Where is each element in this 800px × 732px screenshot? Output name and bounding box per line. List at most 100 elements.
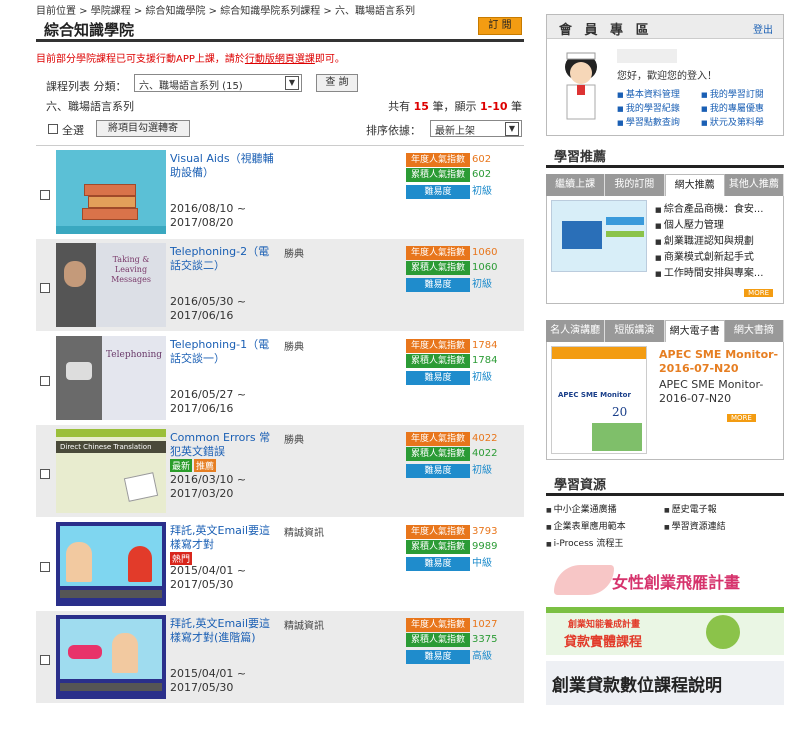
course-title[interactable]: 拜託,英文Email要這樣寫才對 (170, 524, 278, 552)
mobile-link[interactable]: 行動版網頁選課 (245, 54, 315, 65)
annual-tag: 年度人氣指數 (406, 525, 470, 539)
start-date: 2015/04/01 ~ (170, 667, 247, 680)
annual-value: 602 (472, 154, 492, 165)
course-checkbox[interactable] (40, 376, 50, 386)
thumb-caption: Direct Chinese Translation (56, 441, 166, 453)
course-checkbox[interactable] (40, 562, 50, 572)
course-checkbox[interactable] (40, 469, 50, 479)
query-button[interactable]: 查 詢 (316, 74, 358, 92)
recommend-item[interactable]: 個人壓力管理 (664, 220, 724, 231)
start-date: 2016/05/30 ~ (170, 295, 247, 308)
total-value: 1784 (472, 355, 498, 366)
welcome-text: 您好，歡迎您的登入！ (617, 71, 717, 82)
difficulty-value: 初級 (472, 372, 492, 383)
resource-link[interactable]: 企業表單應用範本 (554, 522, 626, 532)
tab-subscriptions[interactable]: 我的訂閱 (605, 174, 665, 196)
course-thumbnail[interactable] (56, 150, 166, 234)
course-author: 精誠資訊 (284, 528, 324, 539)
logout-link[interactable]: 登出 (753, 21, 773, 36)
total-value: 3375 (472, 634, 498, 645)
recommend-item[interactable]: 創業職涯認知與規劃 (664, 236, 754, 247)
tab-short-talks[interactable]: 短版講演 (605, 320, 665, 342)
tab-speeches[interactable]: 名人演講廳 (546, 320, 606, 342)
annual-value: 4022 (472, 433, 498, 444)
recommend-image[interactable] (551, 200, 647, 272)
select-all-checkbox[interactable] (48, 124, 58, 134)
course-checkbox[interactable] (40, 283, 50, 293)
resource-link[interactable]: 學習資源連結 (672, 522, 726, 532)
end-date: 2017/08/20 (170, 216, 234, 229)
ebook-cover[interactable]: APEC SME Monitor 20 (551, 346, 647, 454)
resource-link[interactable]: 中小企業通廣播 (554, 505, 617, 515)
loan-digital-banner[interactable]: 創業貸款數位課程說明 (546, 661, 784, 705)
end-date: 2017/06/16 (170, 402, 234, 415)
total-tag: 累積人氣指數 (406, 540, 470, 554)
course-dates: 2016/08/10 ~2017/08/20 (170, 202, 246, 230)
resource-link[interactable]: 歷史電子報 (672, 505, 717, 515)
course-checkbox[interactable] (40, 190, 50, 200)
total-value: 4022 (472, 448, 498, 459)
member-link[interactable]: 狀元及第料舉 (710, 118, 764, 128)
course-row: Telephoning Telephoning-1（電話交談一） 勝典 2016… (36, 332, 524, 425)
member-link[interactable]: 我的學習紀錄 (626, 104, 680, 114)
difficulty-value: 初級 (472, 279, 492, 290)
total-value: 1060 (472, 262, 498, 273)
course-thumbnail[interactable]: Direct Chinese Translation (56, 429, 166, 513)
women-entrepreneur-banner[interactable]: 女性創業飛雁計畫 (546, 559, 784, 601)
sort-select[interactable]: 最新上架 ▼ (430, 120, 522, 137)
course-title[interactable]: 拜託,英文Email要這樣寫才對(進階篇) (170, 617, 278, 645)
filter-bar: 課程列表 分類： 六、職場語言系列 (15) ▼ 查 詢 六、職場語言系列 共有 … (36, 74, 524, 114)
tab-recommended[interactable]: 網大推薦 (664, 174, 725, 196)
banner-text: 創業知能養成計畫 (568, 620, 641, 630)
course-thumbnail[interactable]: Taking & Leaving Messages (56, 243, 166, 327)
course-checkbox[interactable] (40, 655, 50, 665)
count-range: 1-10 (479, 100, 508, 113)
category-select[interactable]: 六、職場語言系列 (15) ▼ (134, 74, 302, 92)
course-title[interactable]: Telephoning-2（電話交談二） (170, 245, 278, 273)
course-stats: 年度人氣指數 1060 累積人氣指數 1060 難易度 初級 (406, 245, 526, 292)
more-button[interactable]: MORE (727, 414, 756, 422)
course-thumbnail[interactable] (56, 522, 166, 606)
subscribe-button[interactable]: 訂 閱 (478, 17, 522, 35)
forward-selected-button[interactable]: 將項目勾選轉寄 (96, 120, 190, 137)
member-link[interactable]: 基本資料管理 (626, 90, 680, 100)
course-dates: 2016/05/27 ~2017/06/16 (170, 388, 246, 416)
cover-number: 20 (612, 405, 628, 419)
loan-course-banner[interactable]: 創業知能養成計畫 貸款實體課程 (546, 607, 784, 655)
recommend-item[interactable]: 工作時間安排與專案... (664, 268, 764, 279)
notice-text-end: 即可。 (314, 54, 345, 65)
course-stats: 年度人氣指數 3793 累積人氣指數 9989 難易度 中級 (406, 524, 526, 571)
annual-tag: 年度人氣指數 (406, 432, 470, 446)
tab-continue[interactable]: 繼續上課 (546, 174, 606, 196)
page-title: 綜合知識學院 (44, 21, 135, 39)
ebook-panel: APEC SME Monitor 20 APEC SME Monitor-201… (546, 342, 784, 460)
tab-digests[interactable]: 網大書摘 (724, 320, 784, 342)
member-link[interactable]: 我的專屬優惠 (710, 104, 764, 114)
tab-ebooks[interactable]: 網大電子書 (664, 320, 725, 342)
start-date: 2015/04/01 ~ (170, 564, 247, 577)
course-title[interactable]: Common Errors 常犯英文錯誤 (170, 431, 278, 459)
total-tag: 累積人氣指數 (406, 633, 470, 647)
course-title[interactable]: Visual Aids（視聽輔助設備） (170, 152, 278, 180)
start-date: 2016/08/10 ~ (170, 202, 247, 215)
chevron-down-icon: ▼ (285, 76, 299, 90)
ebook-title-link[interactable]: APEC SME Monitor-2016-07-N20 (659, 348, 783, 376)
recommend-item[interactable]: 綜合產品商機：食安... (664, 204, 764, 215)
course-dates: 2016/05/30 ~2017/06/16 (170, 295, 246, 323)
member-link[interactable]: 學習點數查詢 (626, 118, 680, 128)
mobile-notice: 目前部分學院課程已可支援行動APP上課，請於行動版網頁選課即可。 (36, 50, 524, 66)
difficulty-value: 初級 (472, 186, 492, 197)
more-button[interactable]: MORE (744, 289, 773, 297)
member-link[interactable]: 我的學習訂閱 (710, 90, 764, 100)
resource-link[interactable]: i-Process 流程王 (554, 539, 624, 549)
course-thumbnail[interactable] (56, 615, 166, 699)
course-thumbnail[interactable]: Telephoning (56, 336, 166, 420)
recommend-item[interactable]: 商業模式創新起手式 (664, 252, 754, 263)
difficulty-tag: 難易度 (406, 464, 470, 478)
tab-others[interactable]: 其他人推薦 (724, 174, 784, 196)
annual-value: 3793 (472, 526, 498, 537)
recommend-tabs: 繼續上課 我的訂閱 網大推薦 其他人推薦 (546, 174, 784, 196)
count-pre: 共有 (388, 100, 411, 113)
member-panel: 會 員 專 區 登出 您好，歡迎您的登入！ 基本資料管理 我的學習訂閱我的學習紀錄… (546, 14, 784, 136)
course-title[interactable]: Telephoning-1（電話交談一） (170, 338, 278, 366)
